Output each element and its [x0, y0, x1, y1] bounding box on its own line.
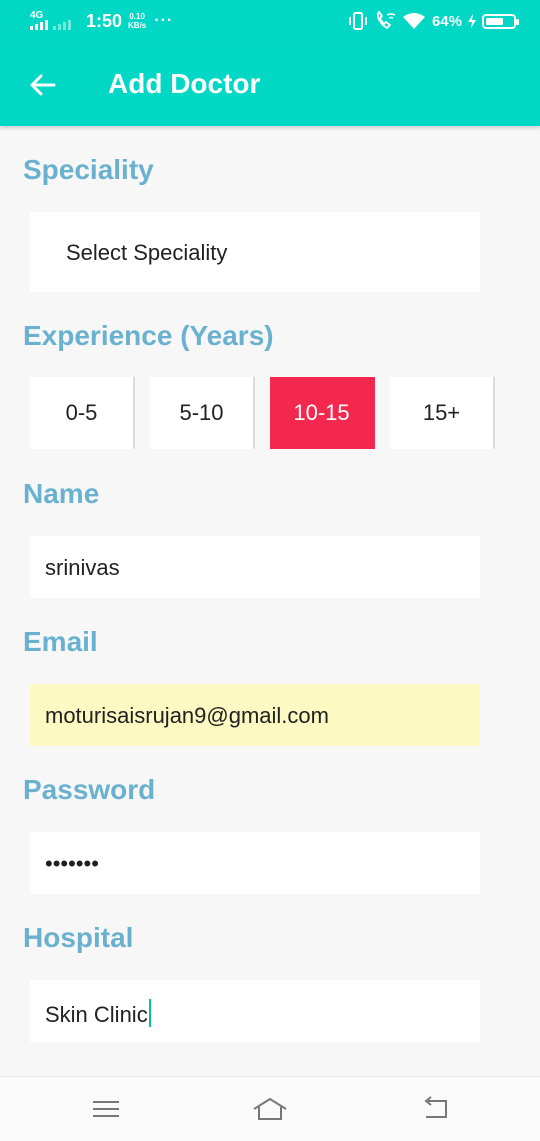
experience-option-0-5[interactable]: 0-5: [30, 377, 135, 449]
wifi-call-icon: [376, 11, 396, 30]
speciality-dropdown[interactable]: Select Speciality: [30, 212, 480, 292]
email-value: moturisaisrujan9@gmail.com: [45, 703, 329, 728]
email-field[interactable]: moturisaisrujan9@gmail.com: [30, 684, 480, 746]
app-bar: Add Doctor: [0, 44, 540, 126]
more-notifications: ···: [154, 12, 174, 29]
menu-button[interactable]: [86, 1093, 126, 1125]
hospital-value: Skin Clinic: [45, 1002, 148, 1027]
arrow-left-icon: [30, 74, 56, 96]
battery-icon: [482, 13, 519, 29]
system-nav-bar: [0, 1076, 540, 1141]
speed-value: 0.10: [129, 12, 145, 21]
experience-label: Experience (Years): [23, 320, 274, 351]
experience-options: 0-5 5-10 10-15 15+: [30, 377, 495, 449]
page-title: Add Doctor: [108, 68, 261, 99]
email-label: Email: [23, 626, 98, 657]
back-button[interactable]: [26, 68, 60, 102]
name-field[interactable]: srinivas: [30, 536, 480, 598]
password-value: •••••••: [45, 851, 99, 876]
battery-percentage: 64%: [431, 12, 462, 30]
password-label: Password: [23, 774, 156, 805]
back-nav-button[interactable]: [416, 1093, 456, 1125]
menu-icon: [93, 1101, 119, 1117]
home-icon: [253, 1098, 287, 1120]
network-speed: 0.10 KB/s: [128, 12, 146, 30]
hospital-field[interactable]: Skin Clinic: [30, 980, 480, 1042]
home-button[interactable]: [250, 1093, 290, 1125]
speciality-value: Select Speciality: [66, 240, 228, 265]
speed-unit: KB/s: [128, 21, 147, 30]
clock: 1:50: [86, 10, 123, 31]
hospital-label: Hospital: [23, 922, 134, 953]
password-field[interactable]: •••••••: [30, 832, 480, 894]
experience-option-5-10[interactable]: 5-10: [150, 377, 255, 449]
experience-option-15-plus[interactable]: 15+: [390, 377, 495, 449]
back-icon: [424, 1096, 447, 1118]
name-value: srinivas: [45, 555, 120, 580]
experience-option-10-15[interactable]: 10-15: [270, 377, 375, 449]
vibrate-icon: [348, 12, 367, 30]
wifi-icon: [402, 13, 425, 29]
text-cursor: [148, 999, 151, 1027]
name-label: Name: [23, 478, 100, 509]
charging-icon: [468, 14, 476, 28]
status-bar: 4G 1:50 0.10 KB/s ··· 64%: [0, 0, 540, 44]
signal-icon: 4G: [30, 10, 76, 32]
speciality-label: Speciality: [23, 154, 154, 185]
